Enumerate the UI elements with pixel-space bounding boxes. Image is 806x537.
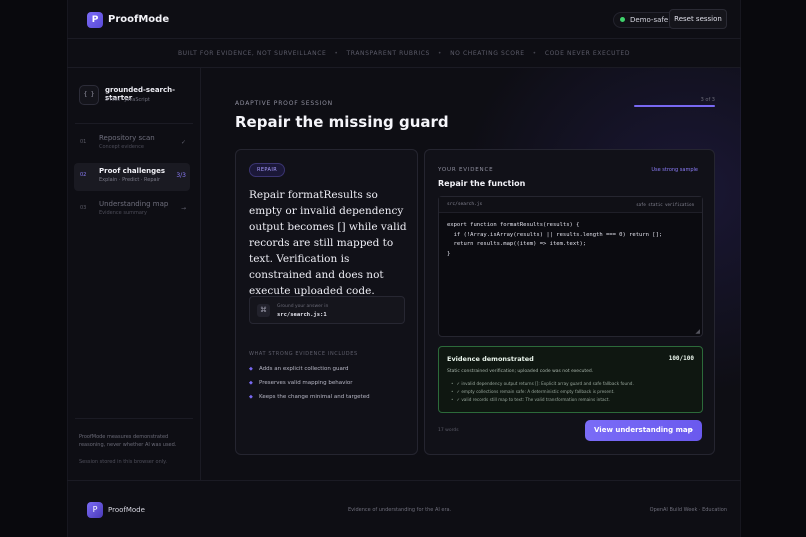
tagline-item: CODE NEVER EXECUTED: [544, 50, 631, 57]
tagline-separator: •: [437, 50, 443, 57]
tagline-separator: •: [334, 50, 339, 57]
cta-label: View understanding map: [594, 426, 693, 434]
sidebar-step-proof-challenges[interactable]: 02 Proof challenges Explain · Predict · …: [74, 163, 190, 191]
step-title: Understanding map: [99, 200, 169, 208]
check-icon: ✓: [180, 139, 186, 146]
sidebar-step-repository-scan[interactable]: 01 Repository scan Concept evidence ✓: [74, 130, 190, 158]
diamond-bullet-icon: ◆: [249, 380, 253, 386]
progress-bar: [634, 105, 715, 107]
bullet-icon: •: [451, 381, 454, 386]
list-item-text: Keeps the change minimal and targeted: [259, 394, 370, 400]
footer-credit: OpenAI Build Week · Education: [649, 507, 727, 513]
sidebar: { } grounded-search-starter 3 files · Ja…: [67, 68, 201, 480]
tagline-separator: •: [532, 50, 537, 57]
result-score: 100/100: [668, 355, 694, 362]
logo-icon: P: [87, 12, 103, 28]
tagline-item: BUILT FOR EVIDENCE, NOT SURVEILLANCE: [177, 50, 327, 57]
challenge-prompt: Repair formatResults so empty or invalid…: [249, 189, 407, 297]
sidebar-divider: [75, 418, 193, 419]
step-subtitle: Evidence summary: [99, 210, 147, 216]
code-editor[interactable]: src/search.js safe static verification e…: [438, 196, 703, 337]
arrow-right-icon: →: [687, 426, 693, 434]
step-subtitle: Concept evidence: [99, 144, 144, 150]
result-title: Evidence demonstrated: [447, 355, 534, 363]
list-item: ◆ Adds an explicit collection guard: [249, 366, 370, 380]
bullet-icon: •: [451, 389, 454, 394]
repo-meta: 3 files · JavaScript: [105, 97, 150, 103]
step-title: Repository scan: [99, 134, 155, 142]
check-item: • ✓ valid records still map to text: The …: [451, 397, 634, 405]
word-count: 17 words: [438, 428, 459, 433]
top-bar: P ProofMode Demo-safe Reset session: [87, 9, 727, 31]
list-item-text: Preserves valid mapping behavior: [259, 380, 353, 386]
demo-status-badge: Demo-safe: [613, 12, 677, 28]
check-item: • ✓ invalid dependency output returns []:…: [451, 381, 634, 389]
bullet-icon: •: [451, 397, 454, 402]
grounding-label: Ground your answer in: [277, 304, 329, 309]
tagline-item: NO CHEATING SCORE: [450, 50, 525, 57]
step-progress-count: 3/3: [176, 172, 186, 179]
challenge-card: REPAIR Repair formatResults so empty or …: [235, 149, 418, 455]
diamond-bullet-icon: ◆: [249, 366, 253, 372]
step-title: Proof challenges: [99, 167, 165, 175]
arrow-right-icon: →: [180, 205, 186, 212]
code-input[interactable]: export function formatResults(results) {…: [447, 221, 662, 259]
evidence-eyebrow: YOUR EVIDENCE: [438, 167, 494, 173]
list-item: ◆ Preserves valid mapping behavior: [249, 380, 370, 394]
result-checks-list: • ✓ invalid dependency output returns []:…: [451, 381, 634, 405]
editor-filename: src/search.js: [447, 202, 483, 207]
verification-mode-badge: safe static verification: [636, 202, 694, 207]
brand-name: ProofMode: [108, 14, 170, 25]
diamond-bullet-icon: ◆: [249, 394, 253, 400]
evidence-card: YOUR EVIDENCE Use strong sample Repair t…: [424, 149, 715, 455]
check-item-text: ✓ valid records still map to text: The v…: [456, 397, 610, 402]
progress-label: 3 of 3: [700, 97, 715, 103]
step-subtitle: Explain · Predict · Repair: [99, 177, 161, 183]
sidebar-step-understanding-map[interactable]: 03 Understanding map Evidence summary →: [74, 196, 190, 224]
footer-tagline: Evidence of understanding for the AI era…: [348, 507, 452, 513]
progress-bar-fill: [634, 105, 715, 107]
check-item: • ✓ empty collections remain safe: A dete…: [451, 389, 634, 397]
page-title: Repair the missing guard: [235, 113, 449, 131]
challenge-type-badge: REPAIR: [249, 163, 286, 177]
evidence-title: Repair the function: [438, 179, 526, 188]
reset-session-button[interactable]: Reset session: [669, 9, 727, 29]
strong-evidence-list: ◆ Adds an explicit collection guard ◆ Pres…: [249, 366, 370, 408]
strong-evidence-heading: WHAT STRONG EVIDENCE INCLUDES: [249, 351, 358, 357]
command-icon: ⌘: [257, 304, 270, 317]
step-number: 01: [80, 139, 87, 145]
sidebar-note: ProofMode measures demonstrated reasonin…: [79, 434, 177, 448]
tagline-item: TRANSPARENT RUBRICS: [346, 50, 430, 57]
result-summary: Static constrained verification; uploade…: [447, 369, 594, 374]
sidebar-divider: [75, 123, 193, 124]
code-braces-icon: { }: [79, 85, 99, 105]
editor-header: src/search.js safe static verification: [439, 197, 702, 213]
step-number: 03: [80, 205, 87, 211]
evidence-result-panel: Evidence demonstrated 100/100 Static con…: [438, 346, 703, 413]
list-item: ◆ Keeps the change minimal and targeted: [249, 394, 370, 408]
grounding-path: src/search.js:1: [277, 312, 327, 318]
header-divider: [67, 38, 741, 39]
footer-brand: ProofMode: [108, 506, 145, 514]
check-item-text: ✓ empty collections remain safe: A deter…: [456, 389, 615, 394]
use-strong-sample-link[interactable]: Use strong sample: [651, 167, 698, 173]
view-understanding-map-button[interactable]: View understanding map →: [585, 420, 702, 441]
session-storage-note: Session stored in this browser only.: [79, 459, 167, 465]
tagline-bar: BUILT FOR EVIDENCE, NOT SURVEILLANCE • TRA…: [67, 50, 741, 57]
step-number: 02: [80, 172, 87, 178]
demo-status-label: Demo-safe: [630, 16, 669, 24]
grounding-reference[interactable]: ⌘ Ground your answer in src/search.js:1: [249, 296, 405, 324]
check-item-text: ✓ invalid dependency output returns []: …: [456, 381, 634, 386]
footer-logo-icon: P: [87, 502, 103, 518]
status-dot-icon: [620, 17, 625, 22]
session-eyebrow: ADAPTIVE PROOF SESSION: [235, 100, 333, 107]
footer-divider: [67, 480, 741, 481]
list-item-text: Adds an explicit collection guard: [259, 366, 349, 372]
resize-handle-icon[interactable]: ◢: [695, 328, 700, 335]
